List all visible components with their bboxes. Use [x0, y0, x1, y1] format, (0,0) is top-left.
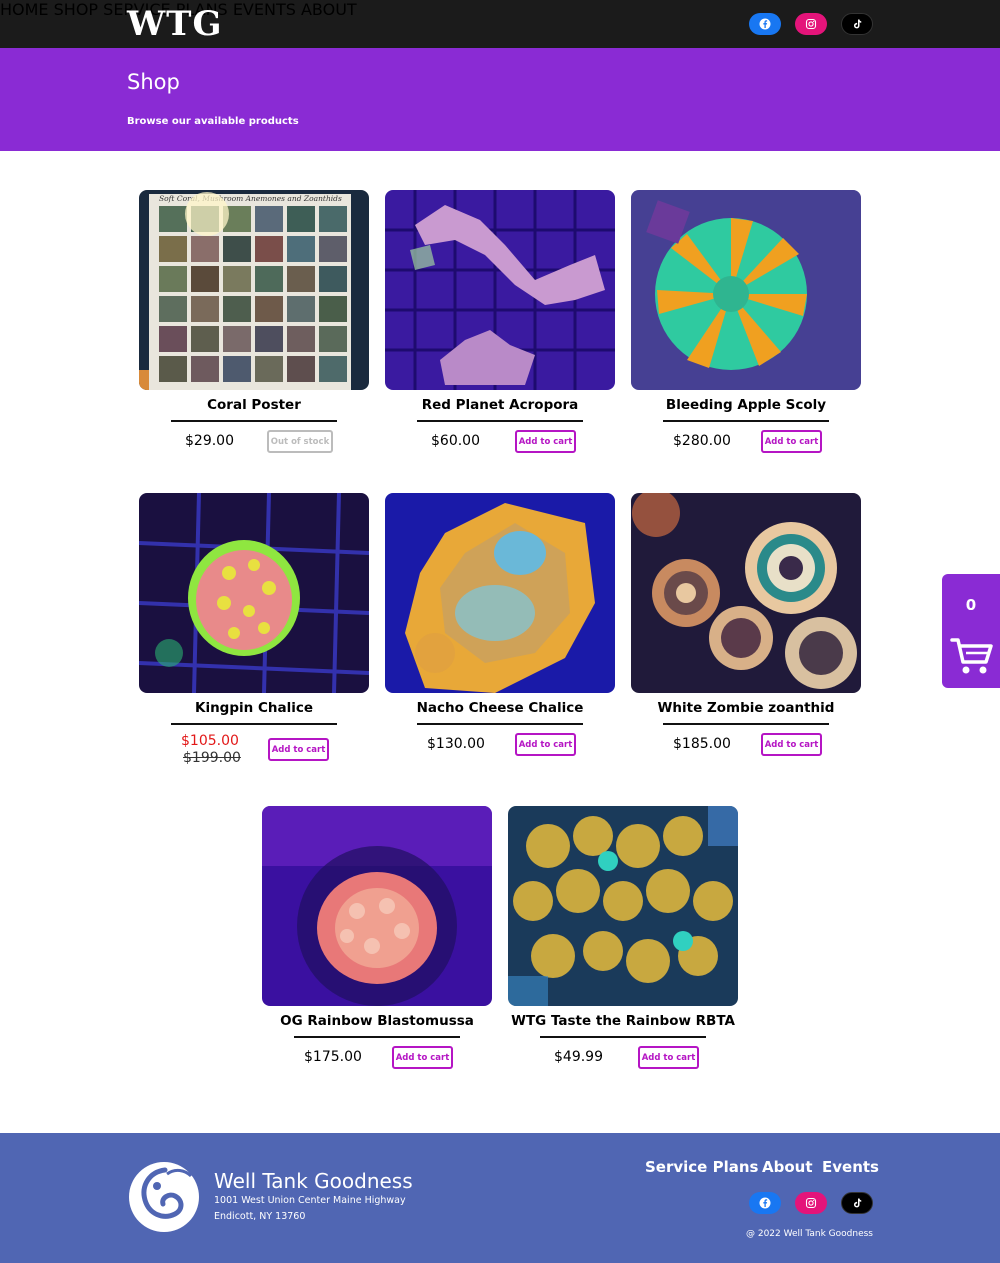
divider [171, 420, 337, 422]
footer-facebook-button[interactable] [749, 1192, 781, 1214]
product-image-white-zombie-zoanthid[interactable] [631, 493, 861, 693]
add-to-cart-button[interactable]: Add to cart [638, 1046, 699, 1069]
product-name[interactable]: Bleeding Apple Scoly [631, 397, 861, 413]
divider [663, 723, 829, 725]
divider [417, 723, 583, 725]
product-image-red-planet-acropora[interactable] [385, 190, 615, 390]
tiktok-button[interactable] [841, 13, 873, 35]
site-logo[interactable]: WTG [127, 6, 223, 42]
product-name[interactable]: Coral Poster [139, 397, 369, 413]
instagram-icon [805, 1197, 817, 1209]
floating-cart-button[interactable]: 0 [942, 574, 1000, 688]
add-to-cart-button[interactable]: Add to cart [761, 430, 822, 453]
instagram-icon [805, 18, 817, 30]
product-image-kingpin-chalice[interactable] [139, 493, 369, 693]
facebook-icon [759, 1197, 771, 1209]
divider [171, 723, 337, 725]
page-header: Shop Browse our available products [0, 48, 1000, 151]
product-name[interactable]: Red Planet Acropora [385, 397, 615, 413]
product-image-og-rainbow-blastomussa[interactable] [262, 806, 492, 1006]
product-name[interactable]: OG Rainbow Blastomussa [262, 1013, 492, 1029]
divider [417, 420, 583, 422]
tiktok-icon [853, 19, 862, 29]
facebook-icon [759, 18, 771, 30]
product-price: $185.00 [673, 736, 731, 752]
sale-price: $105.00 [181, 733, 239, 749]
product-price: $280.00 [673, 433, 731, 449]
product-price: $60.00 [431, 433, 480, 449]
nav-shop[interactable]: SHOP [54, 0, 98, 19]
site-footer: Well Tank Goodness 1001 West Union Cente… [0, 1133, 1000, 1263]
footer-tiktok-button[interactable] [841, 1192, 873, 1214]
footer-link-events[interactable]: Events [822, 1158, 879, 1176]
add-to-cart-button[interactable]: Add to cart [761, 733, 822, 756]
nav-about[interactable]: ABOUT [301, 0, 357, 19]
add-to-cart-button[interactable]: Add to cart [392, 1046, 453, 1069]
shopping-cart-icon [950, 638, 993, 674]
product-price: $130.00 [427, 736, 485, 752]
out-of-stock-button: Out of stock [267, 430, 333, 453]
nav-events[interactable]: EVENTS [233, 0, 296, 19]
page-title: Shop [127, 70, 180, 94]
product-name[interactable]: Kingpin Chalice [139, 700, 369, 716]
add-to-cart-button[interactable]: Add to cart [515, 430, 576, 453]
footer-brand-name: Well Tank Goodness [214, 1169, 413, 1193]
add-to-cart-button[interactable]: Add to cart [268, 738, 329, 761]
footer-link-about[interactable]: About [762, 1158, 813, 1176]
top-navigation-bar: WTG HOME SHOP SERVICE PLANS EVENTS ABOUT [0, 0, 1000, 48]
divider [663, 420, 829, 422]
add-to-cart-button[interactable]: Add to cart [515, 733, 576, 756]
mermaid-logo [129, 1162, 199, 1232]
product-image-wtg-taste-the-rainbow-rbta[interactable] [508, 806, 738, 1006]
divider [294, 1036, 460, 1038]
footer-copyright: @ 2022 Well Tank Goodness [745, 1229, 873, 1239]
product-price: $175.00 [304, 1049, 362, 1065]
footer-address-line1: 1001 West Union Center Maine Highway [214, 1195, 406, 1206]
product-name[interactable]: White Zombie zoanthid [631, 700, 861, 716]
product-name[interactable]: WTG Taste the Rainbow RBTA [508, 1013, 738, 1029]
instagram-button[interactable] [795, 13, 827, 35]
product-price: $29.00 [185, 433, 234, 449]
original-price: $199.00 [183, 750, 241, 766]
product-price: $49.99 [554, 1049, 603, 1065]
cart-count-badge: 0 [965, 596, 977, 614]
footer-link-service-plans[interactable]: Service Plans [645, 1158, 758, 1176]
poster-heading: Soft Coral, Mushroom Anemones and Zoanth… [159, 194, 342, 203]
page-subtitle: Browse our available products [127, 116, 299, 127]
nav-home[interactable]: HOME [0, 0, 49, 19]
product-image-coral-poster[interactable]: Soft Coral, Mushroom Anemones and Zoanth… [139, 190, 369, 390]
footer-address-line2: Endicott, NY 13760 [214, 1211, 306, 1222]
product-name[interactable]: Nacho Cheese Chalice [385, 700, 615, 716]
product-image-nacho-cheese-chalice[interactable] [385, 493, 615, 693]
divider [540, 1036, 706, 1038]
facebook-button[interactable] [749, 13, 781, 35]
footer-instagram-button[interactable] [795, 1192, 827, 1214]
tiktok-icon [853, 1198, 862, 1208]
product-image-bleeding-apple-scoly[interactable] [631, 190, 861, 390]
